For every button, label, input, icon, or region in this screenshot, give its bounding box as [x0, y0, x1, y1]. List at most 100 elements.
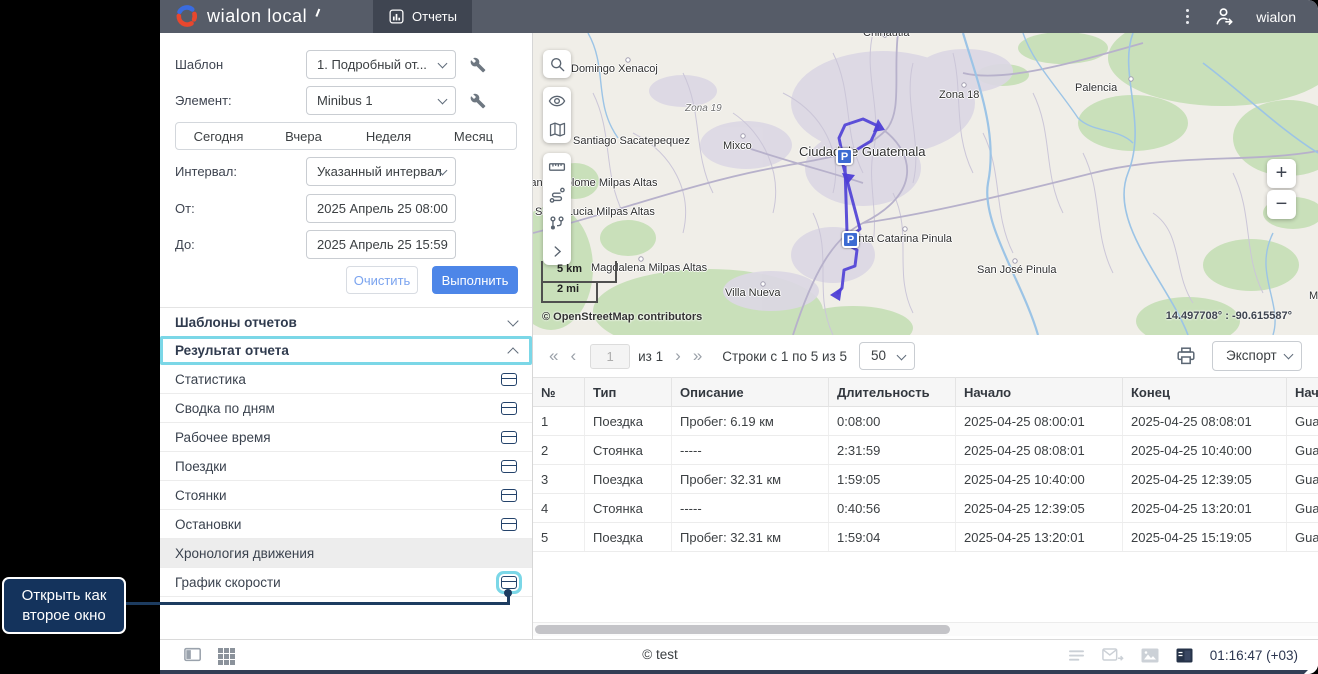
last-page-button[interactable]: » [687, 346, 708, 366]
rows-info-label: Строки с 1 по 5 из 5 [722, 349, 847, 364]
toggle-panel-button[interactable] [184, 647, 202, 663]
chevron-up-icon [507, 347, 518, 358]
report-table-item[interactable]: Стоянки [160, 481, 532, 510]
chevron-down-icon [438, 95, 448, 105]
table-cell: Guatemala, Ciudad [1287, 407, 1318, 436]
zoom-in-button[interactable]: + [1267, 159, 1296, 188]
column-header: Тип [585, 378, 672, 407]
log-icon[interactable] [1068, 648, 1085, 663]
chevron-down-icon [1284, 350, 1294, 360]
report-table-item-label: Сводка по дням [175, 401, 275, 416]
open-as-second-window-icon[interactable] [501, 518, 517, 531]
map-icon [549, 121, 566, 138]
from-date-input[interactable]: 2025 Апрель 25 08:00 [306, 194, 456, 223]
table-row[interactable]: 3ПоездкаПробег: 32.31 км1:59:052025-04-2… [533, 465, 1318, 494]
report-table-item-label: Рабочее время [175, 430, 271, 445]
export-button[interactable]: Экспорт [1212, 341, 1302, 371]
table-row[interactable]: 4Стоянка-----0:40:562025-04-25 12:39:052… [533, 494, 1318, 523]
map-search-button[interactable] [543, 50, 571, 78]
map-canvas[interactable] [533, 33, 1318, 335]
interval-select[interactable]: Указанный интервал [306, 157, 456, 186]
media-icon[interactable] [1141, 648, 1159, 663]
range-button[interactable]: Неделя [346, 129, 431, 144]
user-icon[interactable] [1213, 5, 1236, 28]
report-tables-list: Статистика Сводка по дням Рабочее время Пое… [160, 365, 532, 597]
open-as-second-window-icon[interactable] [501, 489, 517, 502]
range-button[interactable]: Сегодня [176, 129, 261, 144]
waypoints-tool-button[interactable] [543, 209, 571, 237]
table-cell: 2025-04-25 12:39:05 [1123, 465, 1287, 494]
report-table-item[interactable]: Хронология движения [160, 539, 532, 568]
element-select[interactable]: Minibus 1 [306, 86, 456, 115]
measure-distance-button[interactable] [543, 153, 571, 181]
range-button[interactable]: Месяц [431, 129, 516, 144]
table-cell: 2025-04-25 08:00:01 [956, 407, 1123, 436]
scrollbar-thumb[interactable] [535, 625, 950, 634]
username[interactable]: wialon [1256, 9, 1296, 25]
to-date-input[interactable]: 2025 Апрель 25 15:59 [306, 230, 456, 259]
report-table-item[interactable]: Поездки [160, 452, 532, 481]
section-report-templates[interactable]: Шаблоны отчетов [160, 307, 532, 336]
report-table-item[interactable]: Рабочее время [160, 423, 532, 452]
prev-page-button[interactable]: ‹ [564, 346, 582, 366]
chevron-down-icon [507, 315, 518, 326]
interval-row: Интервал: Указанный интервал [160, 157, 532, 186]
map[interactable]: ChinautlaDomingo XenacojPalenciaZona 18Z… [533, 33, 1318, 335]
table-row[interactable]: 1ПоездкаПробег: 6.19 км0:08:002025-04-25… [533, 407, 1318, 436]
report-table: №ТипОписаниеДлительностьНачалоКонецНач. … [533, 377, 1318, 552]
execute-button[interactable]: Выполнить [432, 266, 518, 294]
column-header: Длительность [829, 378, 956, 407]
table-row[interactable]: 5ПоездкаПробег: 32.31 км1:59:042025-04-2… [533, 523, 1318, 552]
print-button[interactable] [1176, 346, 1196, 366]
layout-panel-icon[interactable] [1176, 648, 1193, 663]
to-label: До: [160, 237, 306, 252]
table-row[interactable]: 2Стоянка-----2:31:592025-04-25 08:08:012… [533, 436, 1318, 465]
apps-grid-button[interactable] [218, 648, 235, 665]
page-size-select[interactable]: 50 [859, 342, 915, 370]
tab-reports-label: Отчеты [412, 9, 457, 24]
table-cell: 0:08:00 [829, 407, 956, 436]
table-cell: Пробег: 32.31 км [672, 523, 829, 552]
map-source-button[interactable] [543, 115, 571, 143]
table-cell: Guatemala, Ciudad [1287, 465, 1318, 494]
messages-icon[interactable] [1102, 647, 1124, 663]
section-report-result[interactable]: Результат отчета [160, 336, 532, 365]
track-tool-button[interactable] [543, 181, 571, 209]
open-as-second-window-icon[interactable] [501, 576, 517, 589]
kebab-menu-icon[interactable] [1182, 5, 1193, 28]
clear-button[interactable]: Очистить [346, 266, 418, 294]
map-visibility-button[interactable] [543, 87, 571, 115]
report-table-item[interactable]: Остановки [160, 510, 532, 539]
chevron-right-icon [550, 244, 565, 259]
report-table-item-label: Остановки [175, 517, 241, 532]
table-cell: Поездка [585, 407, 672, 436]
range-button[interactable]: Вчера [261, 129, 346, 144]
open-as-second-window-icon[interactable] [501, 431, 517, 444]
resize-handle[interactable] [1304, 660, 1318, 674]
parking-marker[interactable]: P [836, 148, 853, 165]
column-header: Нач. положение [1287, 378, 1318, 407]
table-cell: 2025-04-25 12:39:05 [956, 494, 1123, 523]
from-date-value: 2025 Апрель 25 08:00 [317, 201, 448, 216]
table-cell: Guatemala, Ciudad [1287, 494, 1318, 523]
element-settings-wrench-icon[interactable] [470, 93, 486, 109]
first-page-button[interactable]: « [543, 346, 564, 366]
open-as-second-window-icon[interactable] [501, 460, 517, 473]
page-input[interactable] [590, 344, 630, 369]
report-panel: Шаблон 1. Подробный от... Элемент: Minib… [160, 33, 533, 640]
open-as-second-window-icon[interactable] [501, 373, 517, 386]
table-cell: 2025-04-25 10:40:00 [956, 465, 1123, 494]
zoom-out-button[interactable]: − [1267, 190, 1296, 219]
template-select[interactable]: 1. Подробный от... [306, 50, 456, 79]
parking-marker[interactable]: P [842, 231, 859, 248]
next-page-button[interactable]: › [669, 346, 687, 366]
report-table-item[interactable]: Статистика [160, 365, 532, 394]
report-table-item-label: Поездки [175, 459, 227, 474]
report-table-item[interactable]: График скорости [160, 568, 532, 597]
interval-label: Интервал: [160, 164, 306, 179]
open-as-second-window-icon[interactable] [501, 402, 517, 415]
report-chart-icon [388, 8, 405, 25]
template-settings-wrench-icon[interactable] [470, 57, 486, 73]
tab-reports[interactable]: Отчеты [373, 0, 472, 33]
report-table-item[interactable]: Сводка по дням [160, 394, 532, 423]
